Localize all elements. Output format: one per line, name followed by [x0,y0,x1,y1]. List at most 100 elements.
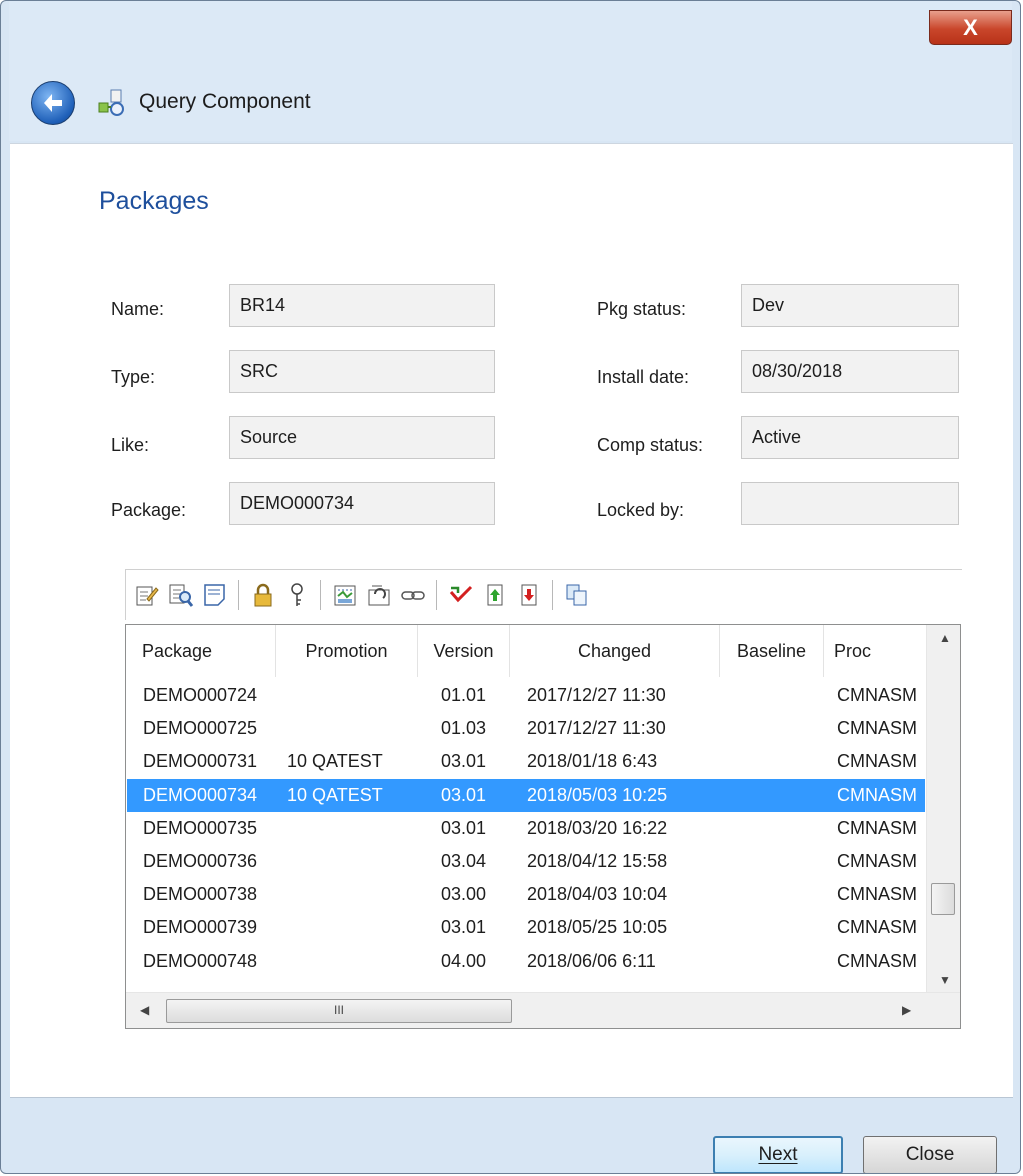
cell-version: 01.03 [441,718,487,739]
toolbar-separator [552,580,553,610]
table-row[interactable]: DEMO000724 01.01 2017/12/27 11:30 CMNASM [127,679,925,712]
cell-changed: 2018/04/12 15:58 [527,851,668,871]
table-row[interactable]: DEMO000738 03.00 2018/04/03 10:04 CMNASM [127,878,925,911]
table-row-selected[interactable]: DEMO000734 10 QATEST 03.01 2018/05/03 10:25… [127,778,925,812]
checkout-icon[interactable] [448,582,474,608]
table-row[interactable]: DEMO000731 10 QATEST 03.01 2018/01/18 6:43 C… [127,745,925,778]
column-header-version[interactable]: Version [418,625,510,677]
toolbar-separator [320,580,321,610]
cell-version: 03.04 [441,851,487,871]
notes-icon[interactable] [202,582,228,608]
type-field: SRC [229,350,495,393]
cell-changed: 2017/12/27 11:30 [527,718,666,739]
table-row[interactable]: DEMO000736 03.04 2018/04/12 15:58 CMNASM [127,845,925,878]
cell-changed: 2018/05/03 10:25 [527,784,668,805]
window-title: Query Component [139,90,311,113]
cell-package: DEMO000734 [143,784,258,805]
horizontal-scroll-thumb[interactable]: III [166,999,512,1023]
table-row[interactable]: DEMO000735 03.01 2018/03/20 16:22 CMNASM [127,812,925,845]
comp-status-label: Comp status: [597,435,704,455]
locked-by-field [741,482,959,525]
title-bar [9,1,1012,141]
edit-icon[interactable] [134,582,160,608]
table-row[interactable]: DEMO000748 04.00 2018/06/06 6:11 CMNASM [127,945,925,978]
cell-version: 03.00 [441,884,487,905]
cell-proc: CMNASM [837,817,917,838]
grid-toolbar [125,569,962,620]
copy-icon[interactable] [564,582,590,608]
like-label: Like: [111,435,150,455]
window-close-button[interactable]: X [929,10,1012,45]
scroll-left-icon[interactable]: ◀ [140,1003,149,1017]
cell-changed: 2018/03/20 16:22 [527,817,668,838]
back-button[interactable] [31,81,75,125]
package-field: DEMO000734 [229,482,495,525]
compare-icon[interactable] [332,582,358,608]
horizontal-scrollbar[interactable]: ◀ III ▶ [126,992,960,1028]
cell-proc: CMNASM [837,950,917,971]
column-header-proc[interactable]: Proc [824,625,926,677]
next-button-label: Next [758,1144,798,1165]
cell-version: 04.00 [441,950,487,971]
cell-proc: CMNASM [837,685,917,705]
toolbar-separator [238,580,239,610]
link-icon[interactable] [400,582,426,608]
cell-changed: 2018/04/03 10:04 [527,884,668,905]
cell-proc: CMNASM [837,718,917,739]
component-icon [97,88,127,118]
cell-package: DEMO000739 [143,917,258,938]
name-field: BR14 [229,284,495,327]
cell-changed: 2018/06/06 6:11 [527,950,656,971]
lock-icon[interactable] [250,582,276,608]
cell-changed: 2018/01/18 6:43 [527,751,658,772]
scroll-down-icon[interactable]: ▼ [939,973,951,987]
toolbar-separator [436,580,437,610]
type-label: Type: [111,367,156,387]
scroll-right-icon[interactable]: ▶ [902,1003,911,1017]
column-header-baseline[interactable]: Baseline [720,625,824,677]
browse-icon[interactable] [168,582,194,608]
promote-icon[interactable] [482,582,508,608]
cell-proc: CMNASM [837,851,917,871]
key-icon[interactable] [284,582,310,608]
cell-package: DEMO000738 [143,884,258,905]
install-date-field: 08/30/2018 [741,350,959,393]
footer-divider [10,1097,1013,1098]
cell-promotion: 10 QATEST [287,751,383,772]
grid-header: Package Promotion Version Changed Baseli… [126,625,926,677]
vertical-scrollbar[interactable]: ▲ ▼ [926,625,960,992]
dialog-window: X Query Component Packages Name: BR14 Ty… [0,0,1021,1174]
column-header-changed[interactable]: Changed [510,625,720,677]
close-button[interactable]: Close [863,1136,997,1173]
cell-promotion: 10 QATEST [287,784,383,805]
cell-package: DEMO000735 [143,817,258,838]
cell-proc: CMNASM [837,751,917,772]
close-button-label: Close [905,1144,955,1165]
comp-status-field: Active [741,416,959,459]
cell-version: 03.01 [441,817,487,838]
cell-changed: 2017/12/27 11:30 [527,685,666,705]
vertical-scroll-thumb[interactable] [931,883,955,915]
scroll-grip: III [333,1003,344,1017]
cell-version: 03.01 [441,917,487,938]
cell-version: 01.01 [441,685,487,705]
scroll-up-icon[interactable]: ▲ [939,631,951,645]
cell-package: DEMO000725 [143,718,258,739]
cell-package: DEMO000736 [143,851,258,871]
next-button[interactable]: Next [713,1136,843,1173]
demote-icon[interactable] [516,582,542,608]
column-header-package[interactable]: Package [126,625,276,677]
recompile-icon[interactable] [366,582,392,608]
name-label: Name: [111,299,165,319]
column-header-promotion[interactable]: Promotion [276,625,418,677]
like-field: Source [229,416,495,459]
arrow-left-icon [44,94,62,112]
page-title: Packages [99,187,209,215]
packages-grid[interactable]: Package Promotion Version Changed Baseli… [125,624,961,1029]
locked-by-label: Locked by: [597,500,685,520]
table-row[interactable]: DEMO000739 03.01 2018/05/25 10:05 CMNASM [127,911,925,944]
pkg-status-label: Pkg status: [597,299,687,319]
cell-package: DEMO000724 [143,685,258,705]
cell-proc: CMNASM [837,917,917,938]
table-row[interactable]: DEMO000725 01.03 2017/12/27 11:30 CMNASM [127,712,925,745]
